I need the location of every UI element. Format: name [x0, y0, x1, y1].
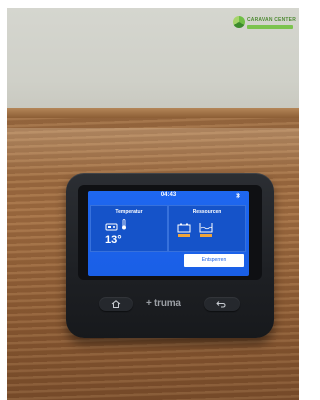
water-tank-icon	[199, 223, 213, 237]
clock: 04:43	[160, 192, 177, 198]
photo: CARAVAN CENTER 04:43 Temperatur 13° Ress…	[7, 8, 299, 400]
back-button[interactable]	[204, 297, 240, 311]
truma-logo: + truma	[146, 297, 194, 311]
touch-screen[interactable]: 04:43 Temperatur 13° Ressourcen Entsperr…	[88, 191, 249, 276]
bluetooth-icon	[236, 192, 240, 199]
home-button[interactable]	[99, 297, 133, 311]
resources-tile[interactable]: Ressourcen	[168, 205, 246, 252]
watermark-bar	[247, 25, 293, 29]
watermark-text: CARAVAN CENTER	[247, 17, 297, 23]
unlock-button[interactable]: Entsperren	[184, 254, 244, 267]
control-panel-device: 04:43 Temperatur 13° Ressourcen Entsperr…	[66, 173, 274, 338]
back-arrow-icon	[216, 301, 226, 308]
battery-icon	[177, 223, 191, 237]
leaf-logo-icon	[233, 16, 245, 28]
home-icon	[111, 300, 121, 308]
temperature-value: 13°	[105, 234, 122, 246]
shelf-edge	[7, 108, 299, 118]
thermometer-icon	[122, 219, 126, 230]
light-reflection	[7, 128, 299, 178]
resources-title: Ressourcen	[192, 209, 222, 215]
brand-name: truma	[154, 298, 181, 309]
brand-plus-mark: +	[146, 298, 152, 309]
heater-icon	[105, 223, 118, 231]
watermark-logo: CARAVAN CENTER	[233, 14, 297, 36]
temperature-title: Temperatur	[115, 209, 143, 215]
temperature-tile[interactable]: Temperatur 13°	[90, 205, 168, 252]
